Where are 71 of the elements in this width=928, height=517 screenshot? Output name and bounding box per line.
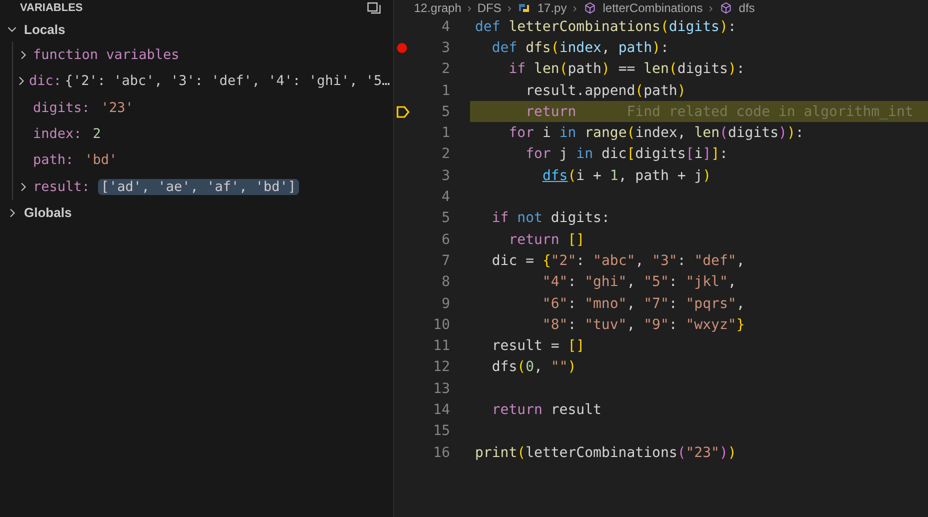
line-number: 4 [442, 189, 450, 206]
line-number: 9 [442, 296, 450, 312]
line-number: 13 [433, 380, 450, 397]
variable-value: {'2': 'abc', '3': 'def', '4': 'ghi', '5… [64, 73, 391, 90]
line-number: 4 [442, 18, 450, 35]
current-line-arrow-icon [396, 104, 410, 119]
code-line: def letterCombinations(digits): [475, 18, 736, 35]
line-number: 14 [433, 402, 450, 418]
line-number: 5 [442, 210, 450, 226]
code-line: "6": "mno", "7": "pqrs", [541, 296, 745, 312]
breadcrumb-item[interactable]: 12.graph [414, 1, 462, 15]
line-number: 10 [433, 316, 450, 333]
variable-name: index: [33, 126, 82, 142]
code-line: result.append(path) [524, 82, 686, 99]
code-line: for i in range(index, len(digits)): [508, 125, 804, 142]
scope-row[interactable]: Locals [0, 16, 393, 42]
breadcrumb-separator: › [708, 1, 713, 15]
variable-row[interactable]: index: 2 [13, 120, 393, 148]
code-line: return Find related code in algorithm_int [524, 104, 914, 120]
code-line: def dfs(index, path): [490, 40, 669, 56]
code-line: if not digits: [490, 210, 610, 226]
variable-row[interactable]: function variables [13, 42, 393, 68]
variable-value: 2 [92, 126, 102, 142]
panel-title: VARIABLES [20, 2, 83, 14]
line-number: 3 [442, 168, 450, 184]
code-line: dfs(i + 1, path + j) [541, 168, 712, 184]
line-number: 11 [433, 338, 450, 354]
code-line: return result [490, 402, 602, 418]
code-line: print(letterCombinations("23")) [475, 444, 736, 461]
variable-row[interactable]: path: 'bd' [13, 147, 393, 174]
line-number: 1 [442, 125, 450, 142]
variable-value: ['ad', 'ae', 'af', 'bd'] [98, 178, 299, 195]
line-number: 5 [442, 104, 450, 120]
line-number: 16 [433, 444, 450, 461]
code-line: for j in dic[digits[i]]: [524, 146, 728, 162]
variable-name: function variables [33, 47, 180, 64]
breadcrumb-item[interactable]: letterCombinations [602, 1, 703, 15]
code-line: "8": "tuv", "9": "wxyz"} [541, 316, 745, 333]
line-number: 2 [442, 146, 450, 162]
variable-name: digits: [33, 100, 90, 116]
code-line: return [] [508, 232, 585, 248]
collapse-all-icon[interactable] [367, 2, 381, 14]
variable-row[interactable]: result: ['ad', 'ae', 'af', 'bd'] [13, 173, 393, 200]
breadcrumb-item[interactable]: 17.py [537, 1, 567, 15]
code-line: "4": "ghi", "5": "jkl", [541, 274, 736, 290]
line-number: 8 [442, 274, 450, 290]
breadcrumb-separator: › [572, 1, 577, 15]
line-number: 7 [442, 252, 450, 269]
variable-name: dic: [29, 73, 62, 90]
breakpoint-icon[interactable] [397, 42, 407, 53]
breadcrumb-separator: › [507, 1, 512, 15]
line-number: 2 [442, 61, 450, 78]
variable-name: path: [33, 152, 74, 168]
line-number: 6 [442, 232, 450, 248]
code-line: dfs(0, "") [490, 359, 576, 376]
code-line: if len(path) == len(digits): [508, 61, 745, 78]
line-number: 3 [442, 40, 450, 56]
line-number: 12 [433, 359, 450, 376]
variable-value: '23' [100, 100, 134, 116]
scope-row[interactable]: Globals [0, 200, 393, 226]
code-line: dic = {"2": "abc", "3": "def", [490, 252, 745, 269]
breadcrumb-separator: › [467, 1, 472, 15]
line-number: 15 [433, 423, 450, 440]
code-line: result = [] [490, 338, 585, 354]
variable-row[interactable]: digits: '23' [13, 94, 393, 121]
variable-value: 'bd' [84, 152, 118, 168]
breadcrumb-item[interactable]: DFS [477, 1, 502, 15]
variable-row[interactable]: dic: {'2': 'abc', '3': 'def', '4': 'ghi', '5… [13, 68, 393, 95]
variable-name: result: [33, 178, 90, 195]
breadcrumb-item[interactable]: dfs [738, 1, 755, 15]
line-number: 1 [442, 82, 450, 99]
